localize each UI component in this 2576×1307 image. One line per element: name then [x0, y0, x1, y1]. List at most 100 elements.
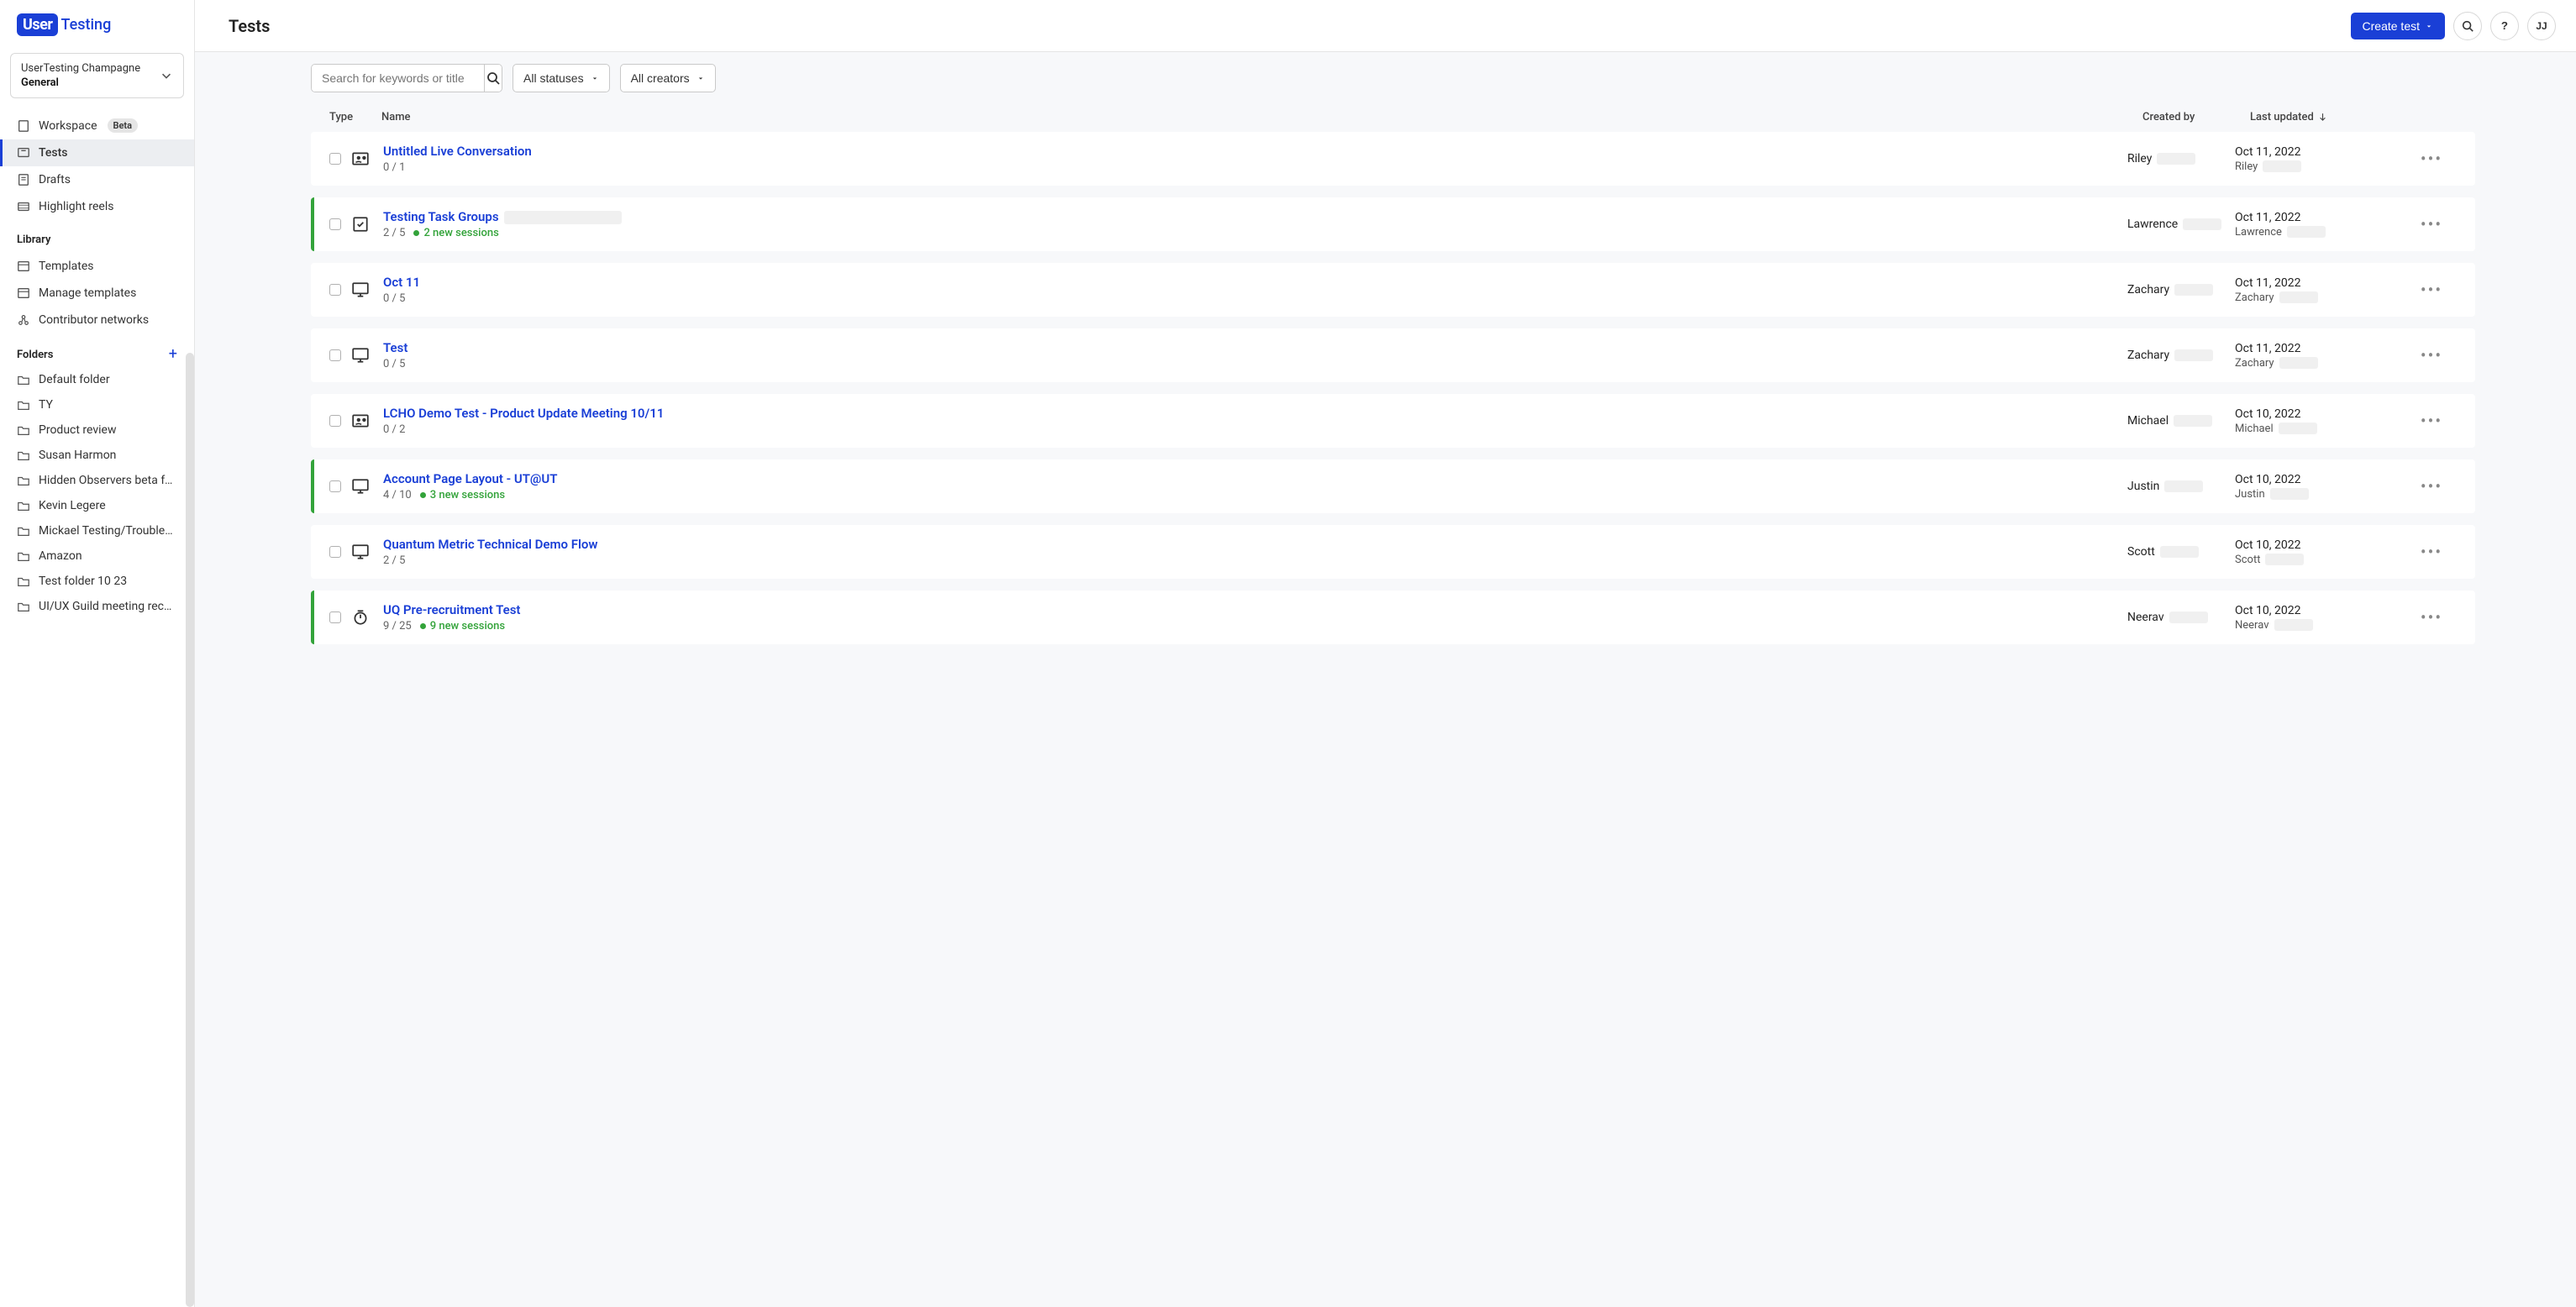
row-checkbox[interactable]	[329, 480, 341, 492]
folder-name: TY	[39, 398, 53, 412]
search-button[interactable]	[484, 65, 502, 92]
create-test-button[interactable]: Create test	[2351, 13, 2445, 39]
folders-label: Folders	[17, 349, 53, 361]
row-actions-button[interactable]: •••	[2414, 211, 2449, 238]
sidebar-item-drafts[interactable]: Drafts	[0, 166, 194, 193]
row-checkbox[interactable]	[329, 153, 341, 165]
row-actions-button[interactable]: •••	[2414, 145, 2449, 172]
create-test-label: Create test	[2363, 19, 2420, 33]
test-row: Untitled Live Conversation 0 / 1 Riley O…	[311, 132, 2475, 186]
updated-date: Oct 11, 2022	[2235, 145, 2403, 159]
test-title-link[interactable]: Test	[383, 340, 407, 355]
test-type-icon	[351, 543, 370, 561]
row-actions-button[interactable]: •••	[2414, 538, 2449, 565]
sidebar-item-manage-templates[interactable]: Manage templates	[0, 280, 194, 307]
sidebar-item-label: Drafts	[39, 173, 71, 186]
test-title-link[interactable]: UQ Pre-recruitment Test	[383, 602, 520, 617]
row-actions-button[interactable]: •••	[2414, 342, 2449, 369]
folder-item[interactable]: TY	[0, 392, 194, 417]
row-actions-button[interactable]: •••	[2414, 473, 2449, 500]
folder-name: Test folder 10 23	[39, 575, 127, 588]
folder-item[interactable]: UI/UX Guild meeting record...	[0, 594, 194, 619]
folder-item[interactable]: Product review	[0, 417, 194, 443]
folder-icon	[17, 474, 30, 487]
row-checkbox[interactable]	[329, 415, 341, 427]
row-actions-button[interactable]: •••	[2414, 604, 2449, 631]
folder-item[interactable]: Amazon	[0, 543, 194, 569]
test-type-icon	[351, 346, 370, 365]
global-search-button[interactable]	[2453, 12, 2482, 40]
folder-name: Amazon	[39, 549, 82, 563]
test-title-link[interactable]: Oct 11	[383, 275, 420, 290]
caret-down-icon	[697, 74, 705, 82]
row-checkbox[interactable]	[329, 349, 341, 361]
test-row: Test 0 / 5 Zachary Oct 11, 2022 Zachary …	[311, 328, 2475, 382]
sidebar-item-contributor-networks[interactable]: Contributor networks	[0, 307, 194, 333]
updater-name: Michael	[2235, 423, 2274, 435]
folder-item[interactable]: Susan Harmon	[0, 443, 194, 468]
row-checkbox[interactable]	[329, 284, 341, 296]
add-folder-button[interactable]: +	[169, 347, 177, 362]
search-input[interactable]	[312, 65, 484, 92]
test-count: 2 / 5	[383, 554, 405, 567]
test-title-link[interactable]: Account Page Layout - UT@UT	[383, 471, 557, 486]
creator-filter[interactable]: All creators	[620, 64, 716, 92]
help-button[interactable]: ?	[2490, 12, 2519, 40]
folder-item[interactable]: Kevin Legere	[0, 493, 194, 518]
folder-icon	[17, 600, 30, 613]
logo[interactable]: User Testing	[0, 0, 194, 50]
column-last-updated[interactable]: Last updated	[2250, 111, 2418, 123]
page-title: Tests	[229, 16, 270, 36]
redacted	[2164, 480, 2203, 492]
updater-name: Justin	[2235, 488, 2265, 501]
column-type[interactable]: Type	[329, 111, 381, 123]
nav-main: Workspace Beta Tests Drafts Highlight re…	[0, 110, 194, 222]
folder-item[interactable]: Hidden Observers beta fee...	[0, 468, 194, 493]
test-title-link[interactable]: Quantum Metric Technical Demo Flow	[383, 537, 597, 552]
row-checkbox[interactable]	[329, 218, 341, 230]
folder-item[interactable]: Test folder 10 23	[0, 569, 194, 594]
folder-name: Product review	[39, 423, 117, 437]
folder-item[interactable]: Mickael Testing/Troublesho...	[0, 518, 194, 543]
column-name[interactable]: Name	[381, 111, 2142, 123]
sidebar-item-label: Templates	[39, 260, 94, 273]
sidebar-item-label: Workspace	[39, 119, 97, 133]
folder-icon	[17, 549, 30, 563]
sidebar-scrollbar[interactable]	[186, 353, 194, 1307]
test-count: 9 / 25	[383, 620, 412, 633]
test-title-link[interactable]: Untitled Live Conversation	[383, 144, 532, 159]
workspace-selector[interactable]: UserTesting Champagne General	[10, 53, 184, 98]
test-count: 4 / 10	[383, 489, 412, 501]
status-filter[interactable]: All statuses	[513, 64, 610, 92]
folder-name: Hidden Observers beta fee...	[39, 474, 177, 487]
topbar: Tests Create test ? JJ	[195, 0, 2576, 52]
folder-item[interactable]: Default folder	[0, 367, 194, 392]
sidebar-item-tests[interactable]: Tests	[0, 139, 194, 166]
sidebar-item-label: Contributor networks	[39, 313, 149, 327]
redacted	[2160, 546, 2199, 558]
creator-name: Zachary	[2127, 349, 2169, 362]
test-title-link[interactable]: LCHO Demo Test - Product Update Meeting …	[383, 406, 664, 421]
row-checkbox[interactable]	[329, 612, 341, 623]
column-created-by[interactable]: Created by	[2142, 111, 2250, 123]
new-sessions-badge: 3 new sessions	[420, 489, 505, 501]
avatar-initials: JJ	[2536, 20, 2547, 32]
folder-icon	[17, 499, 30, 512]
test-type-icon	[351, 150, 370, 168]
user-avatar[interactable]: JJ	[2527, 12, 2556, 40]
highlight-reels-icon	[17, 200, 30, 213]
creator-name: Lawrence	[2127, 218, 2178, 231]
sidebar-item-workspace[interactable]: Workspace Beta	[0, 112, 194, 139]
row-actions-button[interactable]: •••	[2414, 407, 2449, 434]
row-actions-button[interactable]: •••	[2414, 276, 2449, 303]
folder-icon	[17, 423, 30, 437]
sidebar-item-highlight-reels[interactable]: Highlight reels	[0, 193, 194, 220]
test-count: 0 / 2	[383, 423, 405, 436]
sidebar-item-templates[interactable]: Templates	[0, 253, 194, 280]
test-count: 0 / 5	[383, 358, 405, 370]
redacted	[2169, 612, 2208, 623]
test-title-link[interactable]: Testing Task Groups	[383, 209, 499, 224]
row-checkbox[interactable]	[329, 546, 341, 558]
redacted	[2279, 291, 2318, 303]
redacted	[2174, 415, 2212, 427]
